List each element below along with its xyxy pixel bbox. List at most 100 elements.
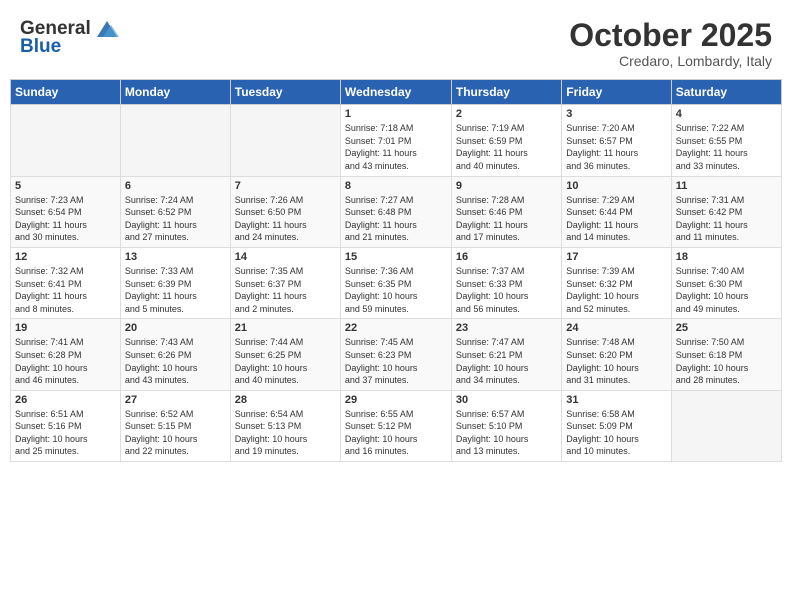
calendar-cell: 23 Sunrise: 7:47 AM Sunset: 6:21 PM Dayli…: [451, 319, 561, 390]
day-info: Sunrise: 6:54 AM Sunset: 5:13 PM Dayligh…: [235, 408, 336, 458]
day-info: Sunrise: 7:39 AM Sunset: 6:32 PM Dayligh…: [566, 265, 666, 315]
day-number: 7: [235, 180, 336, 192]
weekday-header: Thursday: [451, 80, 561, 105]
day-info: Sunrise: 6:51 AM Sunset: 5:16 PM Dayligh…: [15, 408, 116, 458]
calendar-cell: [230, 105, 340, 176]
calendar-cell: 5 Sunrise: 7:23 AM Sunset: 6:54 PM Daylig…: [11, 176, 121, 247]
calendar-week-row: 19Sunrise: 7:41 AM Sunset: 6:28 PM Dayli…: [11, 319, 782, 390]
day-info: Sunrise: 7:22 AM Sunset: 6:55 PM Dayligh…: [676, 122, 777, 172]
calendar-cell: 9 Sunrise: 7:28 AM Sunset: 6:46 PM Daylig…: [451, 176, 561, 247]
calendar-cell: 24Sunrise: 7:48 AM Sunset: 6:20 PM Dayli…: [562, 319, 671, 390]
day-number: 4: [676, 108, 777, 120]
day-info: Sunrise: 7:20 AM Sunset: 6:57 PM Dayligh…: [566, 122, 666, 172]
page-header: General Blue October 2025 Credaro, Lomba…: [10, 10, 782, 75]
day-info: Sunrise: 7:43 AM Sunset: 6:26 PM Dayligh…: [125, 336, 226, 386]
day-number: 18: [676, 251, 777, 263]
day-info: Sunrise: 7:18 AM Sunset: 7:01 PM Dayligh…: [345, 122, 447, 172]
weekday-header: Friday: [562, 80, 671, 105]
day-number: 30: [456, 394, 557, 406]
calendar-cell: 20 Sunrise: 7:43 AM Sunset: 6:26 PM Dayli…: [120, 319, 230, 390]
calendar-cell: 18Sunrise: 7:40 AM Sunset: 6:30 PM Dayli…: [671, 247, 781, 318]
day-info: Sunrise: 6:58 AM Sunset: 5:09 PM Dayligh…: [566, 408, 666, 458]
weekday-header: Tuesday: [230, 80, 340, 105]
day-info: Sunrise: 7:31 AM Sunset: 6:42 PM Dayligh…: [676, 194, 777, 244]
calendar-cell: 30Sunrise: 6:57 AM Sunset: 5:10 PM Dayli…: [451, 390, 561, 461]
day-number: 27: [125, 394, 226, 406]
day-number: 16: [456, 251, 557, 263]
calendar-table: SundayMondayTuesdayWednesdayThursdayFrid…: [10, 79, 782, 462]
calendar-cell: 27 Sunrise: 6:52 AM Sunset: 5:15 PM Dayli…: [120, 390, 230, 461]
weekday-header: Saturday: [671, 80, 781, 105]
day-number: 14: [235, 251, 336, 263]
day-info: Sunrise: 6:55 AM Sunset: 5:12 PM Dayligh…: [345, 408, 447, 458]
day-number: 29: [345, 394, 447, 406]
day-info: Sunrise: 7:23 AM Sunset: 6:54 PM Dayligh…: [15, 194, 116, 244]
calendar-cell: 14 Sunrise: 7:35 AM Sunset: 6:37 PM Dayli…: [230, 247, 340, 318]
calendar-week-row: 5 Sunrise: 7:23 AM Sunset: 6:54 PM Daylig…: [11, 176, 782, 247]
calendar-cell: 15 Sunrise: 7:36 AM Sunset: 6:35 PM Dayli…: [340, 247, 451, 318]
day-number: 10: [566, 180, 666, 192]
calendar-cell: [11, 105, 121, 176]
calendar-cell: 13 Sunrise: 7:33 AM Sunset: 6:39 PM Dayli…: [120, 247, 230, 318]
day-info: Sunrise: 7:26 AM Sunset: 6:50 PM Dayligh…: [235, 194, 336, 244]
day-number: 8: [345, 180, 447, 192]
day-info: Sunrise: 7:47 AM Sunset: 6:21 PM Dayligh…: [456, 336, 557, 386]
calendar-cell: 26 Sunrise: 6:51 AM Sunset: 5:16 PM Dayli…: [11, 390, 121, 461]
day-number: 9: [456, 180, 557, 192]
day-number: 22: [345, 322, 447, 334]
calendar-cell: [120, 105, 230, 176]
day-number: 5: [15, 180, 116, 192]
calendar-cell: 25Sunrise: 7:50 AM Sunset: 6:18 PM Dayli…: [671, 319, 781, 390]
calendar-week-row: 26 Sunrise: 6:51 AM Sunset: 5:16 PM Dayli…: [11, 390, 782, 461]
month-title: October 2025: [569, 18, 772, 53]
calendar-cell: 4 Sunrise: 7:22 AM Sunset: 6:55 PM Daylig…: [671, 105, 781, 176]
day-info: Sunrise: 6:52 AM Sunset: 5:15 PM Dayligh…: [125, 408, 226, 458]
calendar-cell: 1Sunrise: 7:18 AM Sunset: 7:01 PM Daylig…: [340, 105, 451, 176]
day-number: 25: [676, 322, 777, 334]
day-info: Sunrise: 7:28 AM Sunset: 6:46 PM Dayligh…: [456, 194, 557, 244]
logo: General Blue: [20, 18, 121, 58]
calendar-cell: 11 Sunrise: 7:31 AM Sunset: 6:42 PM Dayli…: [671, 176, 781, 247]
calendar-cell: 21Sunrise: 7:44 AM Sunset: 6:25 PM Dayli…: [230, 319, 340, 390]
calendar-cell: 31 Sunrise: 6:58 AM Sunset: 5:09 PM Dayli…: [562, 390, 671, 461]
day-number: 28: [235, 394, 336, 406]
day-number: 20: [125, 322, 226, 334]
calendar-cell: 8Sunrise: 7:27 AM Sunset: 6:48 PM Daylig…: [340, 176, 451, 247]
day-number: 2: [456, 108, 557, 120]
calendar-cell: 19Sunrise: 7:41 AM Sunset: 6:28 PM Dayli…: [11, 319, 121, 390]
calendar-cell: 6Sunrise: 7:24 AM Sunset: 6:52 PM Daylig…: [120, 176, 230, 247]
calendar-cell: 29 Sunrise: 6:55 AM Sunset: 5:12 PM Dayli…: [340, 390, 451, 461]
calendar-cell: 3 Sunrise: 7:20 AM Sunset: 6:57 PM Daylig…: [562, 105, 671, 176]
day-number: 3: [566, 108, 666, 120]
day-number: 24: [566, 322, 666, 334]
day-number: 17: [566, 251, 666, 263]
day-info: Sunrise: 7:41 AM Sunset: 6:28 PM Dayligh…: [15, 336, 116, 386]
day-number: 26: [15, 394, 116, 406]
weekday-header: Monday: [120, 80, 230, 105]
day-number: 31: [566, 394, 666, 406]
day-info: Sunrise: 7:36 AM Sunset: 6:35 PM Dayligh…: [345, 265, 447, 315]
weekday-header-row: SundayMondayTuesdayWednesdayThursdayFrid…: [11, 80, 782, 105]
calendar-cell: 28 Sunrise: 6:54 AM Sunset: 5:13 PM Dayli…: [230, 390, 340, 461]
day-number: 21: [235, 322, 336, 334]
day-info: Sunrise: 7:24 AM Sunset: 6:52 PM Dayligh…: [125, 194, 226, 244]
day-info: Sunrise: 7:33 AM Sunset: 6:39 PM Dayligh…: [125, 265, 226, 315]
location-subtitle: Credaro, Lombardy, Italy: [569, 53, 772, 69]
weekday-header: Wednesday: [340, 80, 451, 105]
day-number: 12: [15, 251, 116, 263]
calendar-cell: 17 Sunrise: 7:39 AM Sunset: 6:32 PM Dayli…: [562, 247, 671, 318]
weekday-header: Sunday: [11, 80, 121, 105]
day-info: Sunrise: 7:35 AM Sunset: 6:37 PM Dayligh…: [235, 265, 336, 315]
day-number: 13: [125, 251, 226, 263]
day-number: 15: [345, 251, 447, 263]
day-info: Sunrise: 7:37 AM Sunset: 6:33 PM Dayligh…: [456, 265, 557, 315]
day-info: Sunrise: 7:19 AM Sunset: 6:59 PM Dayligh…: [456, 122, 557, 172]
day-info: Sunrise: 7:29 AM Sunset: 6:44 PM Dayligh…: [566, 194, 666, 244]
title-block: October 2025 Credaro, Lombardy, Italy: [569, 18, 772, 69]
day-info: Sunrise: 7:45 AM Sunset: 6:23 PM Dayligh…: [345, 336, 447, 386]
day-number: 23: [456, 322, 557, 334]
day-info: Sunrise: 7:32 AM Sunset: 6:41 PM Dayligh…: [15, 265, 116, 315]
calendar-cell: 12 Sunrise: 7:32 AM Sunset: 6:41 PM Dayli…: [11, 247, 121, 318]
day-number: 11: [676, 180, 777, 192]
calendar-week-row: 1Sunrise: 7:18 AM Sunset: 7:01 PM Daylig…: [11, 105, 782, 176]
